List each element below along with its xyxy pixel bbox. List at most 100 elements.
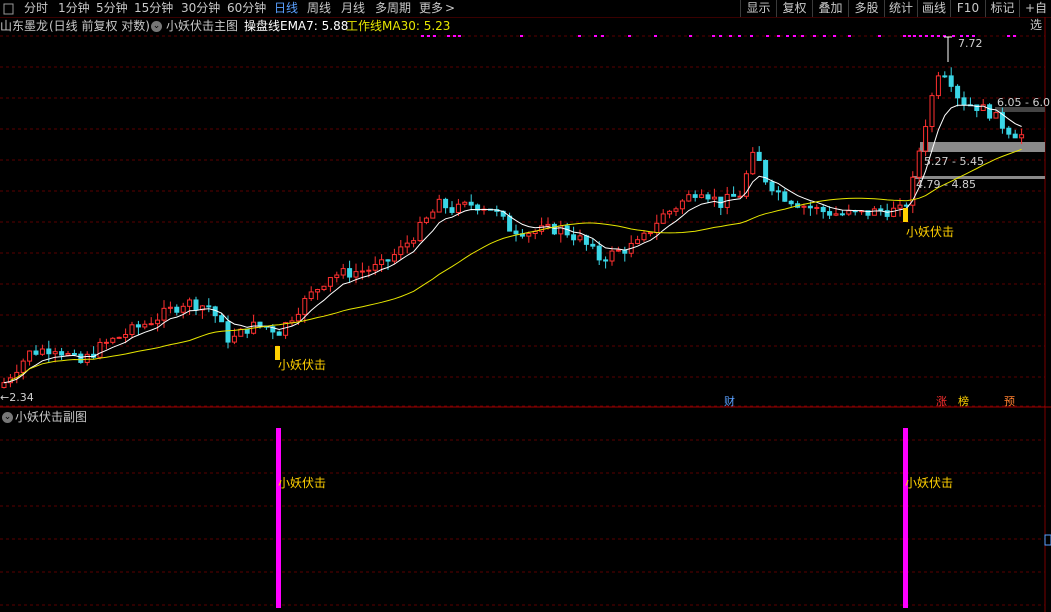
candle-body: [494, 209, 500, 212]
candle-body: [596, 245, 602, 261]
mark-button[interactable]: 标记: [985, 0, 1019, 17]
candle-body: [20, 360, 26, 373]
chevron-right-icon[interactable]: >: [445, 0, 455, 17]
period-tab-1min[interactable]: 1分钟: [58, 0, 90, 17]
period-tab-weekly[interactable]: 周线: [307, 0, 331, 17]
candle-body: [705, 194, 711, 200]
period-tab-fenshi[interactable]: 分时: [24, 0, 48, 17]
overlay-button[interactable]: 叠加: [812, 0, 848, 17]
signal-dot: [952, 35, 955, 37]
period-tab-more[interactable]: 更多: [419, 0, 443, 17]
ma-label: 工作线MA30: 5.23: [346, 19, 451, 33]
candle-body: [276, 331, 282, 336]
period-tab-5min[interactable]: 5分钟: [96, 0, 128, 17]
period-tab-15min[interactable]: 15分钟: [134, 0, 173, 17]
price-zone-label: 6.05 - 6.0: [997, 96, 1050, 109]
square-icon[interactable]: [2, 0, 16, 17]
candle-body: [468, 201, 474, 206]
period-tab-30min[interactable]: 30分钟: [181, 0, 220, 17]
candle-body: [430, 211, 436, 219]
main-indicator-name[interactable]: 小妖伏击主图: [166, 18, 238, 35]
kline-chart: 6.05 - 6.05.27 - 5.454.79 - 4.85小妖伏击小妖伏击…: [0, 17, 1051, 612]
candle-body: [123, 333, 129, 338]
signal-dot: [908, 35, 911, 37]
candle-body: [955, 85, 961, 99]
signal-dot: [433, 35, 436, 37]
period-tab-multi[interactable]: 多周期: [375, 0, 411, 17]
candle-body: [577, 235, 583, 241]
period-tab-monthly[interactable]: 月线: [341, 0, 365, 17]
candle-body: [1006, 127, 1012, 135]
signal-dot: [594, 35, 597, 37]
candle-body: [340, 268, 346, 276]
candle-body: [679, 200, 685, 210]
candle-body: [155, 319, 161, 325]
event-badge: 财: [724, 394, 735, 408]
candle-body: [667, 210, 673, 215]
price-zone-box: [920, 142, 1045, 152]
candle-body: [443, 198, 449, 209]
candle-body: [833, 213, 839, 216]
period-tab-daily[interactable]: 日线: [274, 0, 298, 17]
signal-dot: [578, 35, 581, 37]
candle-body: [238, 328, 244, 337]
chevron-down-icon[interactable]: ⌄: [2, 412, 13, 423]
candle-body: [641, 232, 647, 241]
candle-body: [884, 210, 890, 217]
restore-rights-button[interactable]: 复权: [776, 0, 812, 17]
candle-body: [673, 208, 679, 212]
add-watchlist-button[interactable]: +自选: [1019, 0, 1051, 32]
price-zone-box: [995, 107, 1045, 112]
event-badge: 涨: [936, 395, 947, 408]
signal-dot: [729, 35, 732, 37]
candle-body: [827, 211, 833, 216]
signal-dot: [960, 35, 963, 37]
statistics-button[interactable]: 统计: [884, 0, 917, 17]
stock-name: 山东墨龙: [0, 19, 49, 33]
sub-indicator-name[interactable]: 小妖伏击副图: [15, 409, 87, 426]
candle-body: [871, 208, 877, 216]
candle-body: [302, 298, 308, 315]
signal-dot: [654, 35, 657, 37]
signal-dot: [458, 35, 461, 37]
period-tab-60min[interactable]: 60分钟: [227, 0, 266, 17]
candle-body: [27, 350, 33, 362]
signal-dot: [1013, 35, 1016, 37]
candle-body: [635, 239, 641, 244]
f10-button[interactable]: F10: [950, 0, 985, 17]
candle-body: [263, 325, 269, 328]
price-zone-label: 4.79 - 4.85: [916, 178, 976, 191]
candle-body: [814, 206, 820, 209]
signal-dot: [848, 35, 851, 37]
ma30-line: [10, 148, 1022, 381]
candle-body: [929, 95, 935, 128]
candle-body: [71, 353, 77, 356]
candle-body: [46, 348, 52, 355]
candle-body: [206, 305, 212, 308]
candle-body: [513, 230, 519, 235]
signal-dot: [689, 35, 692, 37]
multi-stock-button[interactable]: 多股: [848, 0, 884, 17]
candle-body: [737, 195, 743, 198]
ema-label: 操盘线EMA7: 5.88: [244, 19, 349, 33]
candle-body: [1, 382, 7, 388]
candle-body: [526, 232, 532, 237]
low-price-label: ←2.34: [0, 391, 34, 404]
candle-body: [590, 243, 596, 247]
candle-body: [974, 104, 980, 111]
draw-line-button[interactable]: 画线: [917, 0, 950, 17]
candle-body: [193, 299, 199, 311]
signal-dot: [919, 35, 922, 37]
candle-body: [180, 305, 186, 313]
candle-body: [775, 190, 781, 193]
chevron-down-icon[interactable]: ⌄: [151, 21, 162, 32]
display-button[interactable]: 显示: [740, 0, 776, 17]
candle-body: [923, 126, 929, 152]
candle-body: [251, 321, 257, 334]
signal-dot: [793, 35, 796, 37]
sub-signal-label: 小妖伏击: [278, 476, 326, 490]
signal-dot: [447, 35, 450, 37]
candle-body: [718, 196, 724, 208]
candle-body: [455, 203, 461, 213]
candle-body: [321, 285, 327, 290]
